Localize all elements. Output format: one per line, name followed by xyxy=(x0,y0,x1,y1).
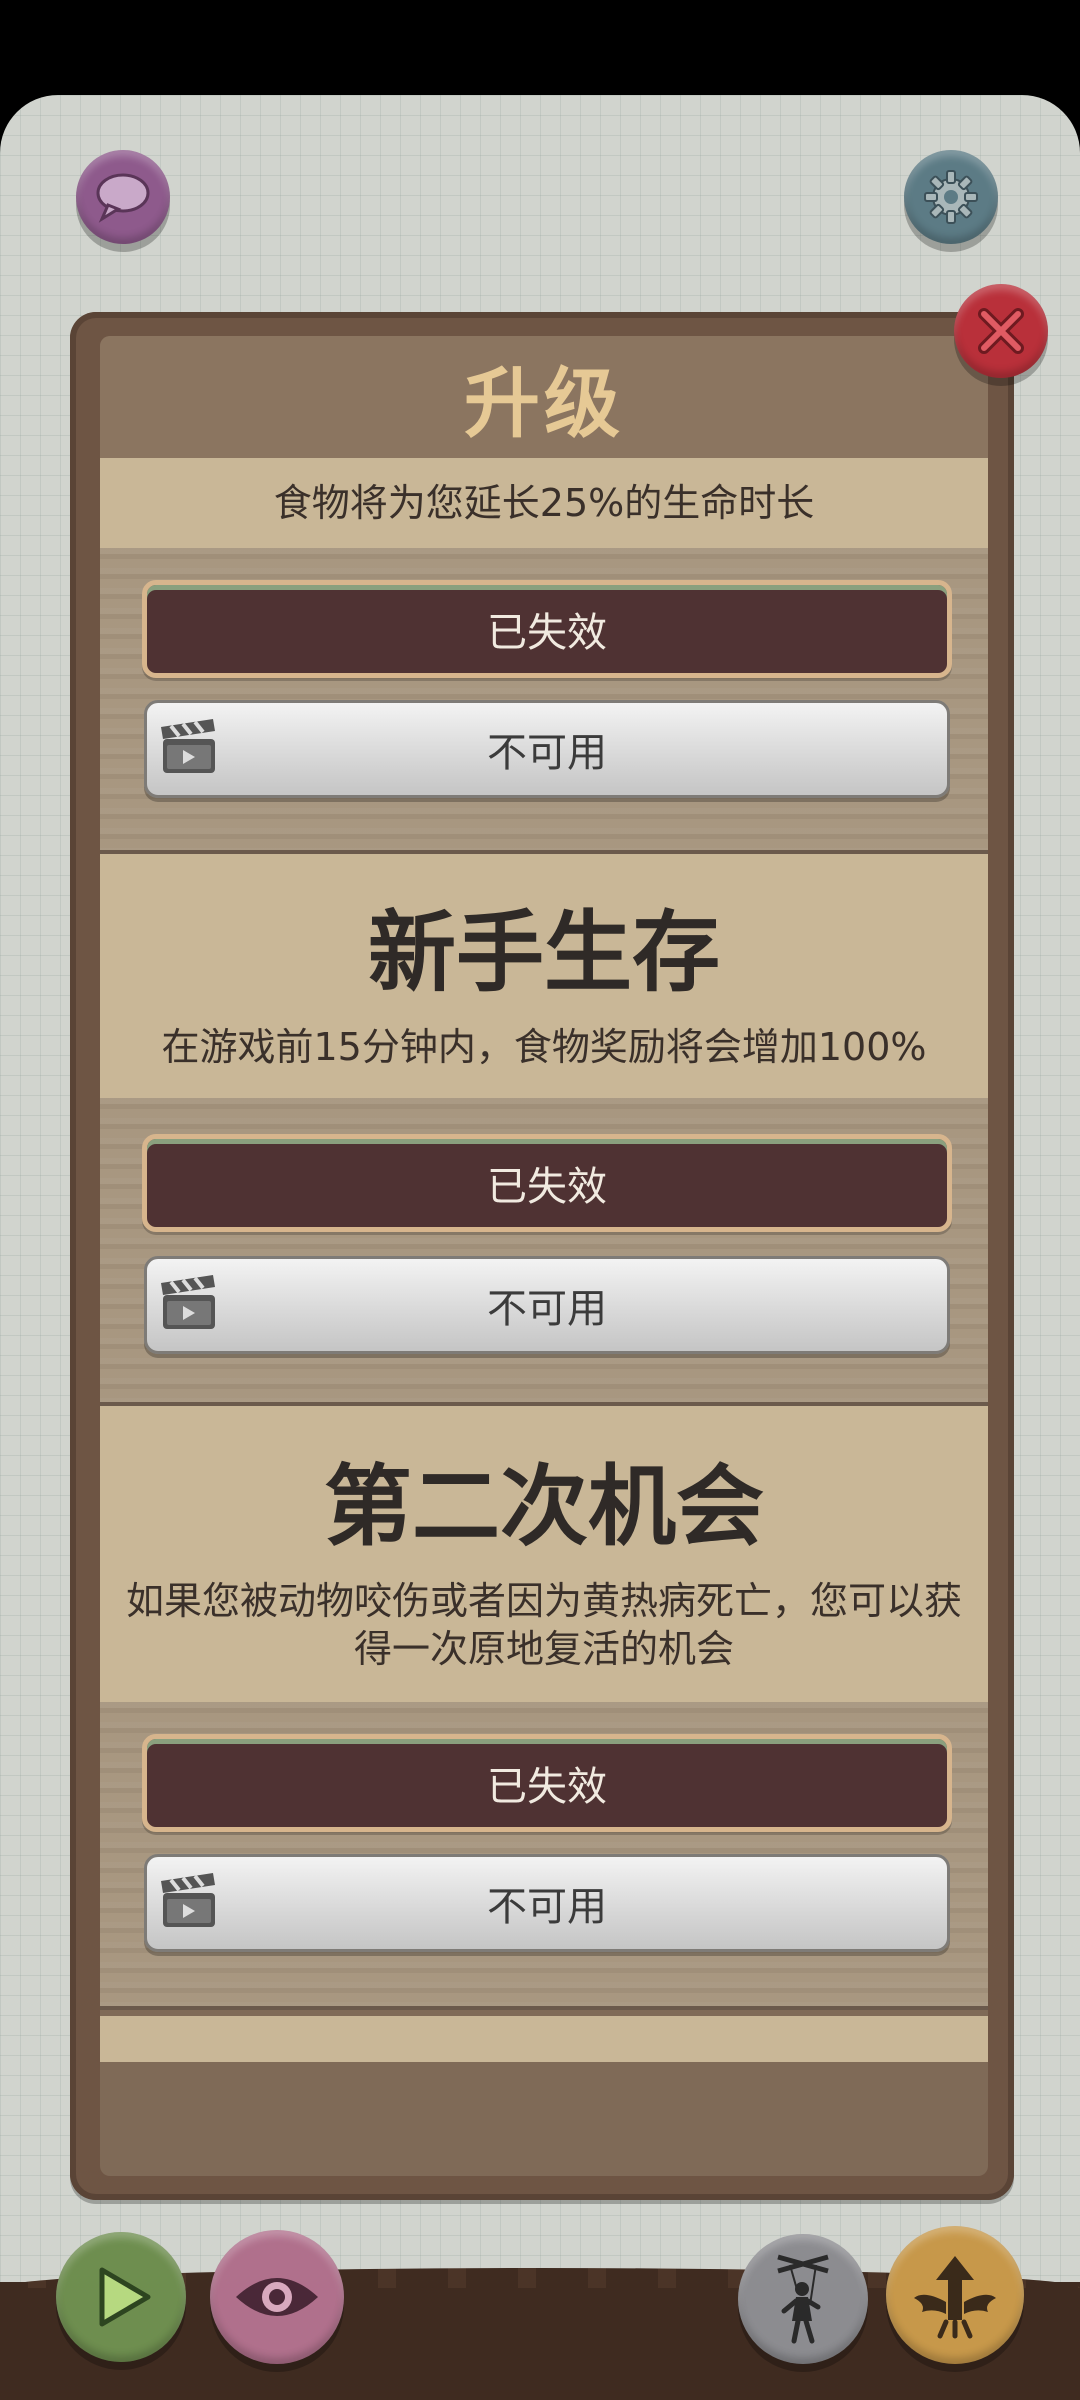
clapperboard-icon xyxy=(161,1873,215,1927)
wings-arrow-icon xyxy=(914,2256,996,2339)
watch-ad-label: 不可用 xyxy=(487,1884,607,1930)
expired-button[interactable]: 已失效 xyxy=(142,580,952,678)
section-title: 新手生存 xyxy=(367,900,720,1004)
watch-ad-button[interactable]: 不可用 xyxy=(144,1256,950,1354)
chat-button[interactable] xyxy=(76,150,170,244)
eye-icon xyxy=(236,2278,318,2316)
clapperboard-icon xyxy=(161,1275,215,1329)
evolve-button[interactable] xyxy=(886,2226,1024,2364)
clapperboard-icon xyxy=(161,719,215,773)
close-button[interactable] xyxy=(954,284,1048,378)
upgrade-panel: 升级 食物将为您延长25%的生命时长 已失效 不可用 新手生存 在游戏前15分钟… xyxy=(100,336,988,2176)
starter-survival-actions: 已失效 不可用 xyxy=(100,1098,988,1406)
expired-button[interactable]: 已失效 xyxy=(142,1734,952,1832)
play-button[interactable] xyxy=(56,2232,186,2362)
section-description: 在游戏前15分钟内，食物奖励将会增加100% xyxy=(161,1024,927,1069)
upgrade-description: 食物将为您延长25%的生命时长 xyxy=(273,481,815,525)
section-description: 如果您被动物咬伤或者因为黄热病死亡，您可以获得一次原地复活的机会 xyxy=(125,1578,962,1671)
puppet-button[interactable] xyxy=(738,2234,868,2364)
watch-ad-button[interactable]: 不可用 xyxy=(144,1854,950,1952)
upgrade-actions: 已失效 不可用 xyxy=(100,548,988,854)
chat-bubble-icon xyxy=(96,173,150,223)
play-icon xyxy=(99,2267,151,2327)
settings-button[interactable] xyxy=(904,150,998,244)
watch-ad-label: 不可用 xyxy=(487,730,607,776)
second-chance-actions: 已失效 不可用 xyxy=(100,1702,988,2010)
section-second-chance: 第二次机会 如果您被动物咬伤或者因为黄热病死亡，您可以获得一次原地复活的机会 xyxy=(100,1406,988,1702)
upgrade-description-band: 食物将为您延长25%的生命时长 xyxy=(100,458,988,548)
close-icon xyxy=(978,308,1024,354)
watch-ad-button[interactable]: 不可用 xyxy=(144,700,950,798)
watch-ad-label: 不可用 xyxy=(487,1286,607,1332)
puppet-icon xyxy=(777,2254,829,2344)
gear-icon xyxy=(924,170,978,224)
panel-footer-band xyxy=(100,2016,988,2062)
section-title: 第二次机会 xyxy=(323,1454,764,1558)
section-starter-survival: 新手生存 在游戏前15分钟内，食物奖励将会增加100% xyxy=(100,854,988,1098)
panel-title: 升级 xyxy=(100,336,988,458)
observe-button[interactable] xyxy=(210,2230,344,2364)
expired-button[interactable]: 已失效 xyxy=(142,1134,952,1232)
